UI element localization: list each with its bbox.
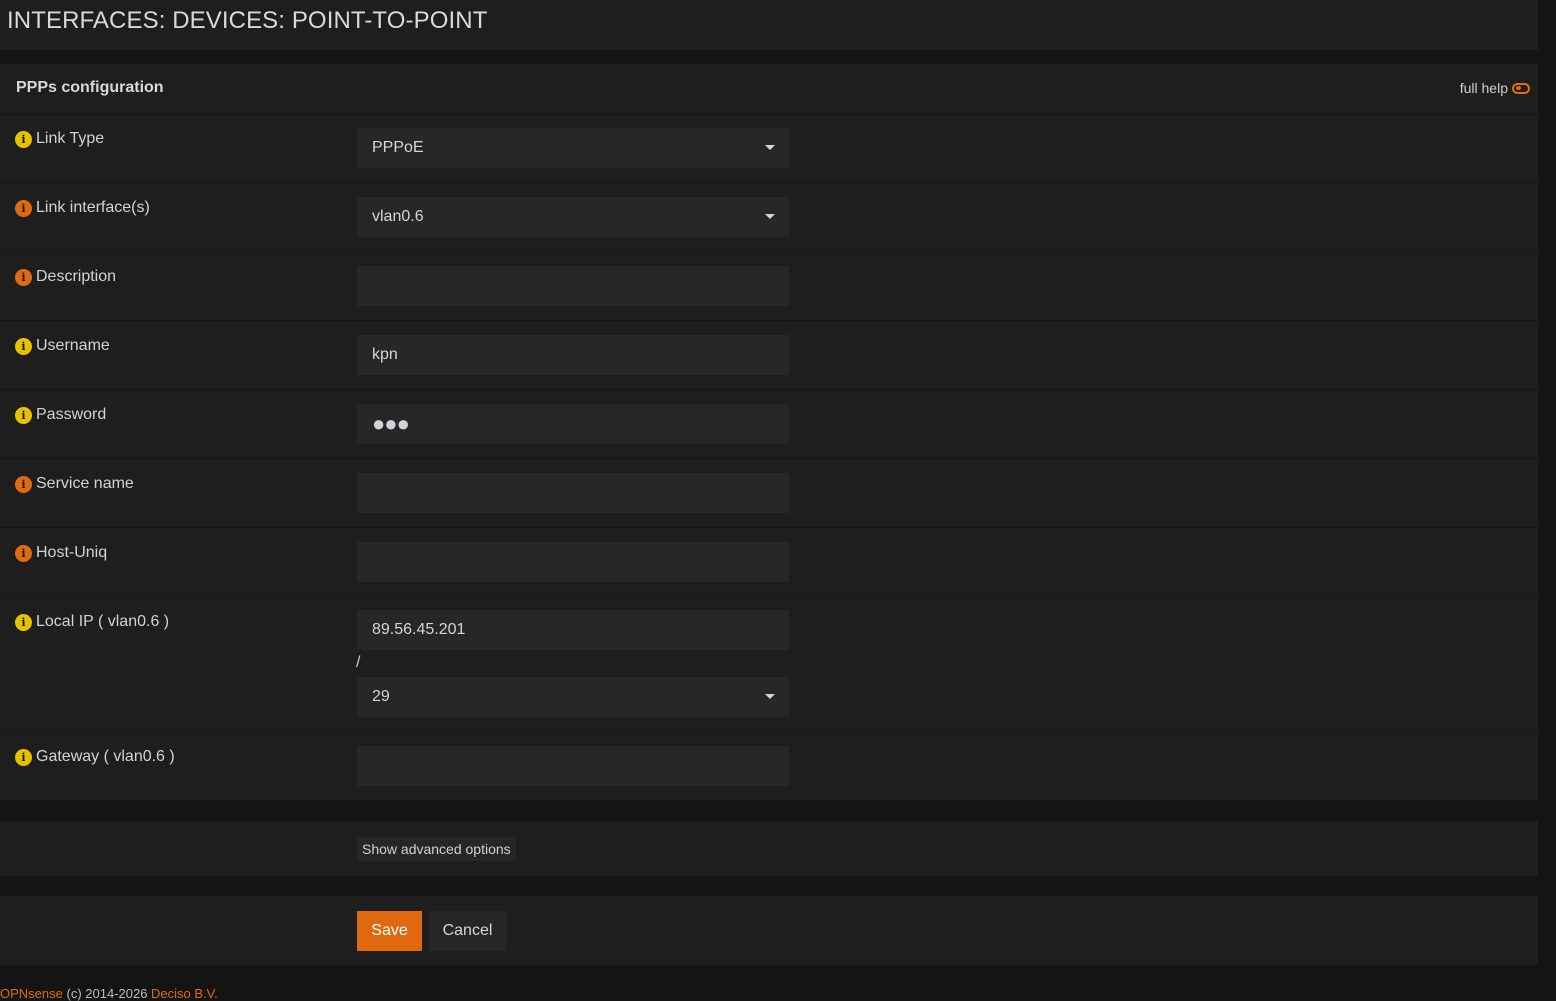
- username-input[interactable]: kpn: [357, 335, 789, 375]
- service-name-input[interactable]: [357, 473, 789, 513]
- show-advanced-options-button[interactable]: Show advanced options: [357, 837, 516, 861]
- footer-brand-link[interactable]: OPNsense: [0, 986, 63, 1001]
- panel-header: PPPs configuration full help: [0, 64, 1538, 115]
- info-icon[interactable]: i: [15, 748, 32, 766]
- info-icon[interactable]: i: [15, 544, 32, 562]
- label-link-type: Link Type: [36, 130, 105, 147]
- label-service-name: Service name: [36, 475, 134, 492]
- subnet-separator: /: [356, 654, 361, 671]
- link-type-select[interactable]: PPPoE: [357, 128, 789, 168]
- chevron-down-icon: [765, 694, 775, 699]
- local-ip-input[interactable]: 89.56.45.201: [357, 610, 789, 650]
- info-icon[interactable]: i: [15, 268, 32, 286]
- row-link-type: i Link Type PPPoE: [0, 114, 1538, 183]
- info-icon[interactable]: i: [15, 199, 32, 217]
- panel-title: PPPs configuration: [16, 79, 164, 96]
- ppp-config-panel: PPPs configuration full help i Link Type…: [0, 64, 1538, 800]
- row-password: i Password ●●●: [0, 390, 1538, 459]
- chevron-down-icon: [765, 145, 775, 150]
- row-gateway: i Gateway ( vlan0.6 ): [0, 732, 1538, 800]
- label-host-uniq: Host-Uniq: [36, 544, 108, 561]
- cancel-button[interactable]: Cancel: [429, 911, 506, 951]
- footer-copyright: (c) 2014-2026: [62, 986, 152, 1001]
- info-icon[interactable]: i: [15, 475, 32, 493]
- row-username: i Username kpn: [0, 321, 1538, 390]
- page-header: INTERFACES: DEVICES: POINT-TO-POINT: [0, 0, 1538, 50]
- row-link-interface: i Link interface(s) vlan0.6: [0, 183, 1538, 252]
- info-icon[interactable]: i: [15, 406, 32, 424]
- host-uniq-input[interactable]: [357, 542, 789, 582]
- info-icon[interactable]: i: [15, 337, 32, 355]
- link-interface-select[interactable]: vlan0.6: [357, 197, 789, 237]
- full-help-toggle[interactable]: full help: [1460, 80, 1530, 96]
- label-link-interface: Link interface(s): [36, 199, 150, 216]
- local-ip-subnet-select[interactable]: 29: [357, 677, 789, 717]
- footer-company-link[interactable]: Deciso B.V.: [151, 986, 218, 1001]
- toggle-icon[interactable]: [1512, 82, 1530, 94]
- label-password: Password: [36, 406, 107, 423]
- row-host-uniq: i Host-Uniq: [0, 528, 1538, 597]
- full-help-label: full help: [1459, 80, 1508, 96]
- chevron-down-icon: [765, 214, 775, 219]
- row-description: i Description: [0, 252, 1538, 321]
- label-description: Description: [36, 268, 117, 285]
- description-input[interactable]: [357, 266, 789, 306]
- info-icon[interactable]: i: [15, 130, 32, 148]
- info-icon[interactable]: i: [15, 613, 32, 631]
- save-button[interactable]: Save: [357, 911, 422, 951]
- label-gateway: Gateway ( vlan0.6 ): [36, 748, 175, 765]
- gateway-input[interactable]: [357, 746, 789, 786]
- page-title: INTERFACES: DEVICES: POINT-TO-POINT: [7, 7, 488, 34]
- footer: OPNsense (c) 2014-2026 Deciso B.V.: [0, 986, 218, 1001]
- advanced-options-panel: Show advanced options: [0, 821, 1538, 876]
- label-username: Username: [36, 337, 110, 354]
- row-service-name: i Service name: [0, 459, 1538, 528]
- row-local-ip: i Local IP ( vlan0.6 ) 89.56.45.201 / 29: [0, 597, 1538, 732]
- password-input[interactable]: ●●●: [357, 404, 789, 444]
- action-panel: Save Cancel: [0, 896, 1538, 965]
- label-local-ip: Local IP ( vlan0.6 ): [36, 613, 170, 630]
